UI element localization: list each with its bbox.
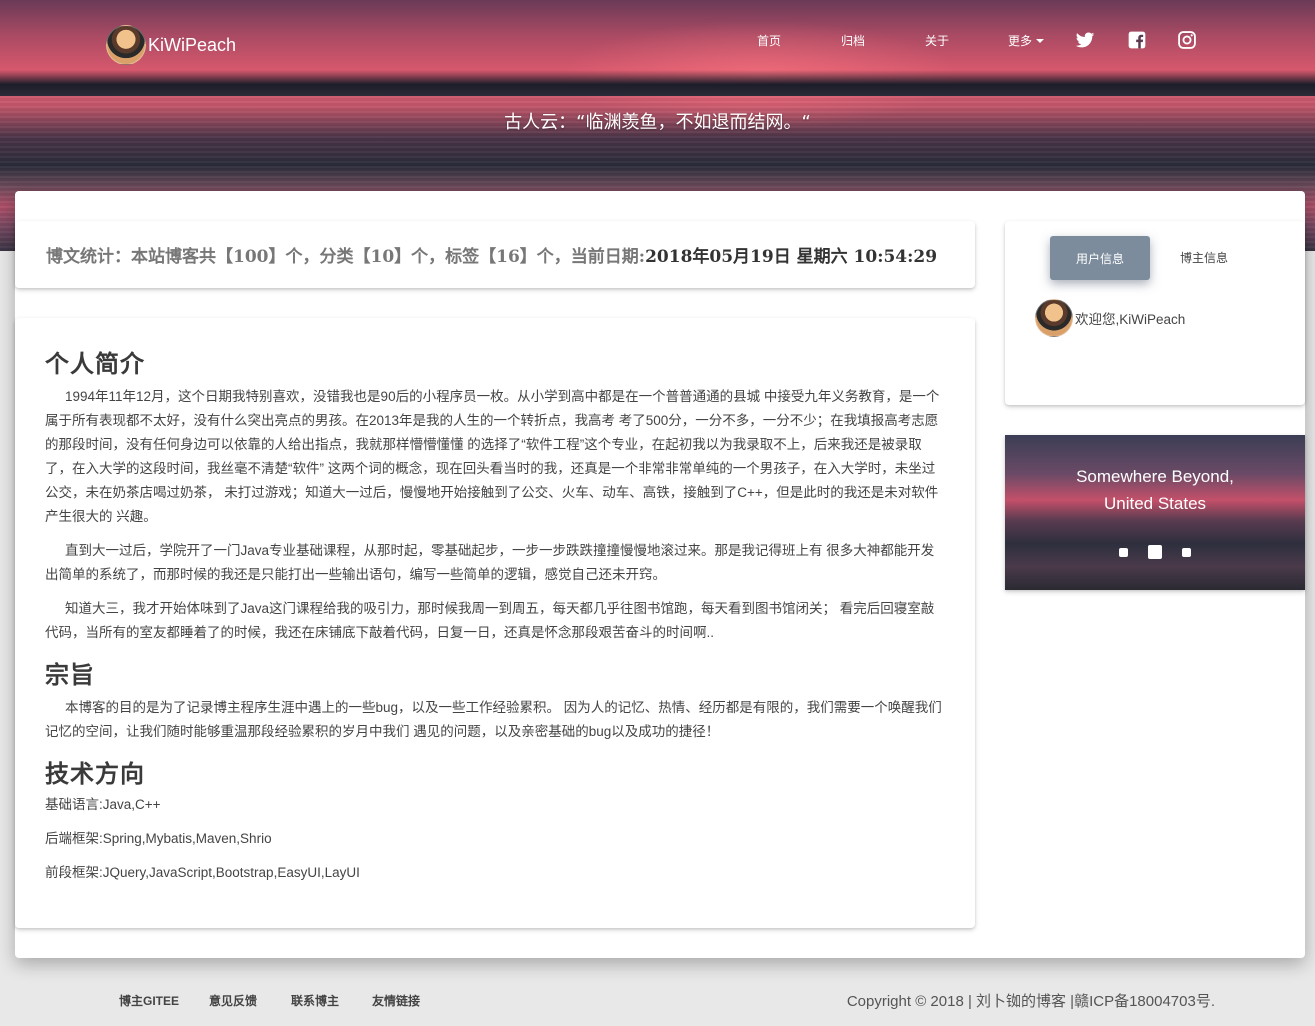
footer-link-friends[interactable]: 友情链接 bbox=[372, 992, 420, 1009]
nav-archive[interactable]: 归档 bbox=[841, 32, 865, 49]
carousel-indicator-2[interactable] bbox=[1148, 545, 1162, 559]
tech-item: 基础语言:Java,C++ bbox=[45, 797, 161, 812]
tech-item: 前段框架:JQuery,JavaScript,Bootstrap,EasyUI,… bbox=[45, 865, 360, 880]
stats-label: 博文统计：本站博客共【100】个，分类【10】个，标签【16】个，当前日期: bbox=[46, 247, 646, 267]
treeline bbox=[0, 70, 1315, 96]
intro-paragraph: 直到大一过后，学院开了一门Java专业基础课程，从那时起，零基础起步，一步一步跌… bbox=[45, 543, 935, 582]
intro-paragraph: 知道大三，我才开始体味到了Java这门课程给我的吸引力，那时候我周一到周五，每天… bbox=[45, 601, 935, 640]
aim-paragraph: 本博客的目的是为了记录博主程序生涯中遇上的一些bug，以及一些工作经验累积。 因… bbox=[45, 700, 942, 739]
footer-link-feedback[interactable]: 意见反馈 bbox=[209, 992, 257, 1009]
hero-quote: 古人云：“临渊羡鱼，不如退而结网。“ bbox=[504, 112, 811, 133]
footer-copyright: Copyright © 2018 | 刘卜铷的博客 |赣ICP备18004703… bbox=[846, 993, 1215, 1010]
tab-blogger-info[interactable]: 博主信息 bbox=[1180, 249, 1228, 266]
footer-link-gitee[interactable]: 博主GITEE bbox=[119, 992, 179, 1009]
footer-link-contact[interactable]: 联系博主 bbox=[291, 992, 339, 1009]
brand-avatar bbox=[106, 25, 146, 65]
welcome-text: 欢迎您,KiWiPeach bbox=[1075, 312, 1186, 327]
caret-down-icon bbox=[1036, 39, 1045, 44]
intro-paragraph: 1994年11年12月，这个日期我特别喜欢，没错我也是90后的小程序员一枚。从小… bbox=[45, 389, 940, 524]
carousel-caption: Somewhere Beyond, United States bbox=[1005, 463, 1305, 517]
instagram-icon[interactable] bbox=[1177, 30, 1197, 50]
blog-stats-card: 博文统计：本站博客共【100】个，分类【10】个，标签【16】个，当前日期: 2… bbox=[15, 221, 975, 288]
user-avatar bbox=[1035, 299, 1073, 337]
nav-more-dropdown[interactable]: 更多 bbox=[1008, 32, 1045, 49]
main-panel: 博文统计：本站博客共【100】个，分类【10】个，标签【16】个，当前日期: 2… bbox=[15, 191, 1305, 958]
tech-item: 后端框架:Spring,Mybatis,Maven,Shrio bbox=[45, 831, 272, 846]
facebook-icon[interactable] bbox=[1127, 30, 1147, 50]
brand-name: KiWiPeach bbox=[148, 34, 237, 55]
carousel-caption-line2: United States bbox=[1103, 494, 1207, 513]
tech-heading: 技术方向 bbox=[45, 759, 145, 788]
carousel-indicator-3[interactable] bbox=[1182, 547, 1191, 557]
twitter-icon[interactable] bbox=[1075, 30, 1095, 50]
carousel-indicator-1[interactable] bbox=[1119, 547, 1128, 557]
image-carousel[interactable]: Somewhere Beyond, United States bbox=[1005, 435, 1305, 590]
user-info-card: 用户信息 博主信息 欢迎您,KiWiPeach bbox=[1005, 221, 1305, 405]
nav-more-label: 更多 bbox=[1008, 33, 1033, 48]
welcome-row: 欢迎您,KiWiPeach bbox=[1035, 299, 1185, 337]
carousel-indicators bbox=[1005, 545, 1305, 559]
stats-date: 2018年05月19日 星期六 10:54:29 bbox=[645, 247, 938, 267]
carousel-caption-line1: Somewhere Beyond, bbox=[1076, 467, 1234, 486]
nav-about[interactable]: 关于 bbox=[925, 32, 949, 49]
tab-user-info[interactable]: 用户信息 bbox=[1050, 236, 1150, 280]
intro-card: 个人简介 1994年11年12月，这个日期我特别喜欢，没错我也是90后的小程序员… bbox=[15, 318, 975, 928]
nav-home[interactable]: 首页 bbox=[757, 32, 781, 49]
brand-link[interactable]: KiWiPeach bbox=[106, 24, 236, 66]
aim-heading: 宗旨 bbox=[45, 660, 95, 689]
intro-heading: 个人简介 bbox=[45, 349, 145, 378]
